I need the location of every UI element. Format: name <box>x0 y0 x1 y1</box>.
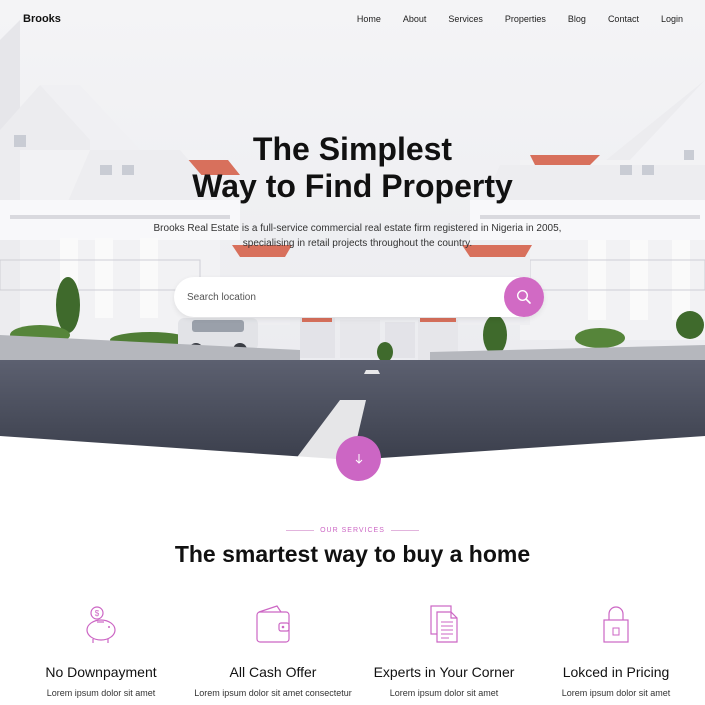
lock-icon <box>603 606 629 643</box>
search-icon <box>516 289 531 304</box>
feature-title: All Cash Offer <box>229 664 317 680</box>
search-button[interactable] <box>504 277 544 317</box>
documents-icon <box>430 605 458 643</box>
feature-title: No Downpayment <box>45 664 157 680</box>
piggy-bank-icon: $ <box>86 606 116 643</box>
hero-title: The Simplest Way to Find Property <box>0 131 705 205</box>
nav-item-login[interactable]: Login <box>661 14 683 24</box>
wallet-icon <box>256 605 290 643</box>
feature-description: Lorem ipsum dolor sit amet <box>389 688 499 698</box>
feature-card: $ No Downpayment Lorem ipsum dolor sit a… <box>16 604 186 698</box>
features-row: $ No Downpayment Lorem ipsum dolor sit a… <box>0 604 705 705</box>
nav-item-home[interactable]: Home <box>357 14 381 24</box>
hero-title-line-2: Way to Find Property <box>192 168 513 204</box>
brand-logo[interactable]: Brooks <box>23 13 61 25</box>
top-navigation: Brooks Home About Services Properties Bl… <box>0 0 705 40</box>
feature-description: Lorem ipsum dolor sit amet <box>561 688 671 698</box>
hero-title-line-1: The Simplest <box>252 131 453 167</box>
feature-title: Experts in Your Corner <box>373 664 515 680</box>
nav-item-about[interactable]: About <box>403 14 427 24</box>
svg-text:$: $ <box>95 609 100 618</box>
arrow-down-icon <box>355 453 362 464</box>
feature-description: Lorem ipsum dolor sit amet <box>46 688 156 698</box>
feature-card: Experts in Your Corner Lorem ipsum dolor… <box>359 604 529 698</box>
nav-item-contact[interactable]: Contact <box>608 14 639 24</box>
nav-item-services[interactable]: Services <box>448 14 483 24</box>
feature-title: Lokced in Pricing <box>562 664 670 680</box>
nav-menu: Home About Services Properties Blog Cont… <box>335 14 683 24</box>
feature-description: Lorem ipsum dolor sit amet consectetur <box>194 688 352 698</box>
nav-item-blog[interactable]: Blog <box>568 14 586 24</box>
hero-subtitle: Brooks Real Estate is a full-service com… <box>153 223 562 249</box>
feature-card: All Cash Offer Lorem ipsum dolor sit ame… <box>188 604 358 698</box>
hero-section: Brooks Home About Services Properties Bl… <box>0 0 705 460</box>
eyebrow-divider-left <box>286 529 315 531</box>
feature-card: Lokced in Pricing Lorem ipsum dolor sit … <box>531 604 701 698</box>
scroll-down-button[interactable] <box>336 436 381 481</box>
services-eyebrow: OUR SERVICES <box>0 527 705 534</box>
search-input[interactable] <box>187 287 487 307</box>
search-bar <box>174 277 544 317</box>
services-title: The smartest way to buy a home <box>174 541 531 567</box>
nav-item-properties[interactable]: Properties <box>505 14 546 24</box>
services-eyebrow-text: OUR SERVICES <box>320 527 385 534</box>
eyebrow-divider-right <box>390 529 419 531</box>
